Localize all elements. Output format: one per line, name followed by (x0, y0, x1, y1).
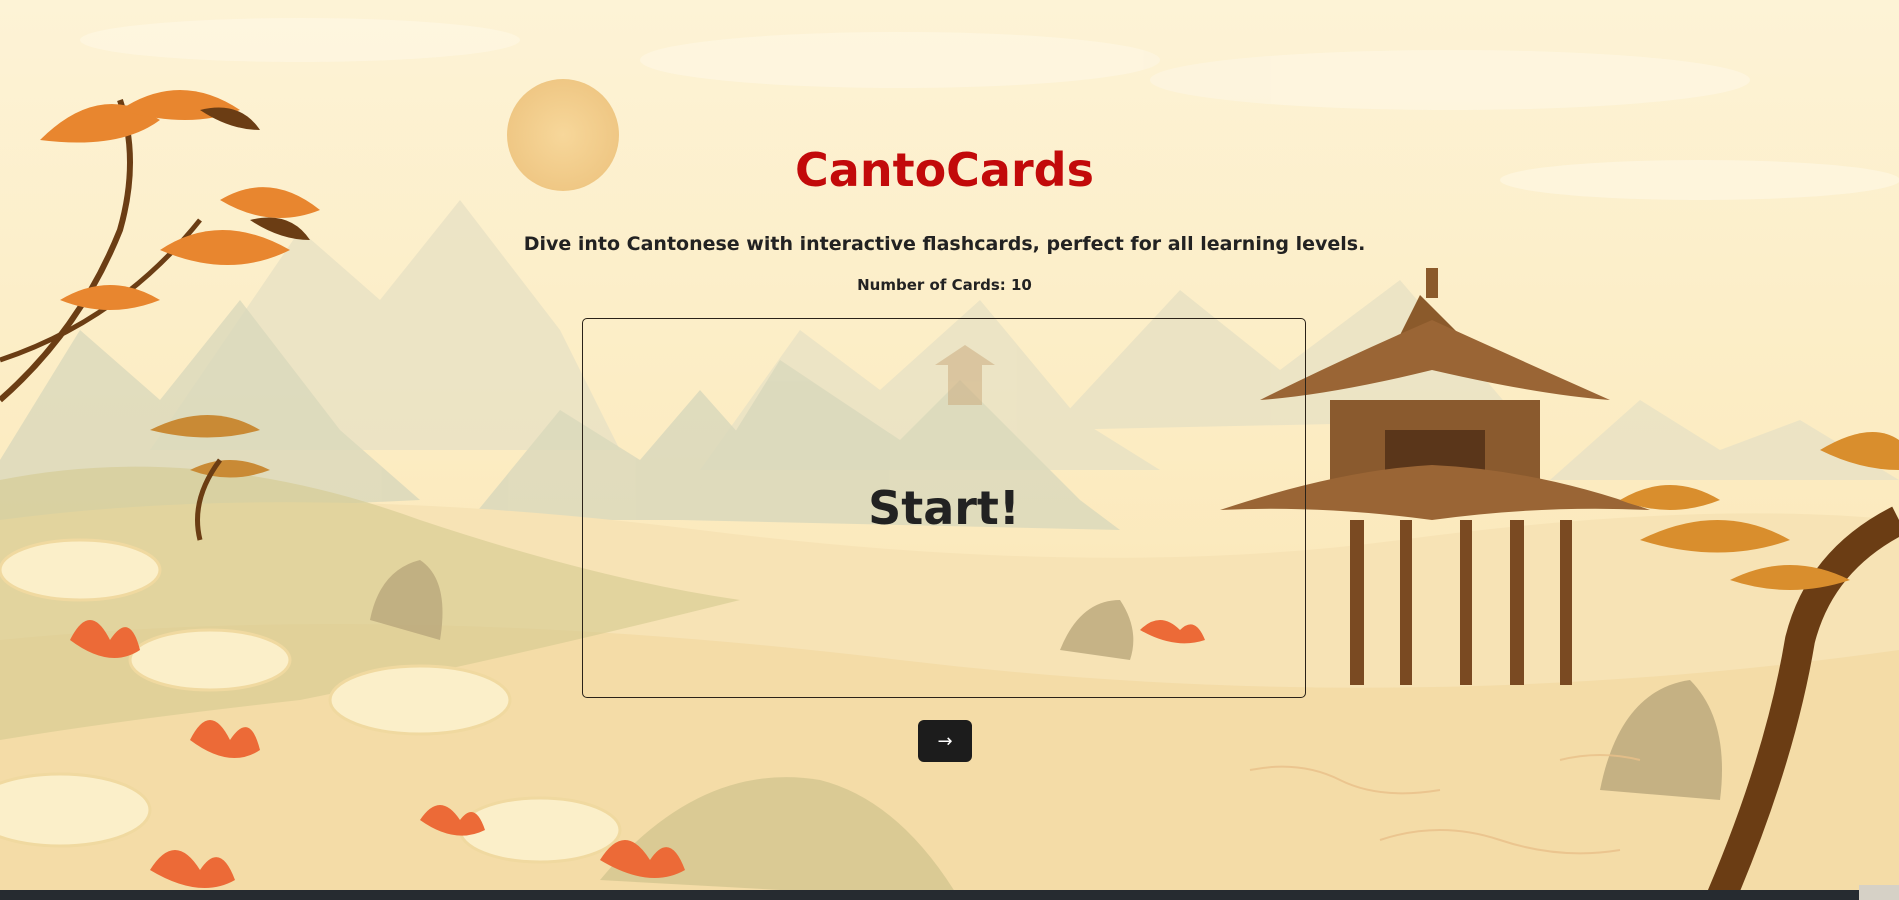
app-subtitle: Dive into Cantonese with interactive fla… (523, 233, 1366, 255)
next-card-button[interactable]: → (918, 720, 972, 762)
taskbar-strip (0, 890, 1899, 900)
card-count-label: Number of Cards: 10 (857, 276, 1032, 294)
flashcard-text: Start! (868, 481, 1020, 535)
app-title: CantoCards (795, 143, 1094, 197)
corner-tab (1859, 885, 1899, 900)
main-content: CantoCards Dive into Cantonese with inte… (0, 0, 1899, 890)
app-page: CantoCards Dive into Cantonese with inte… (0, 0, 1899, 900)
flashcard[interactable]: Start! (582, 318, 1306, 698)
